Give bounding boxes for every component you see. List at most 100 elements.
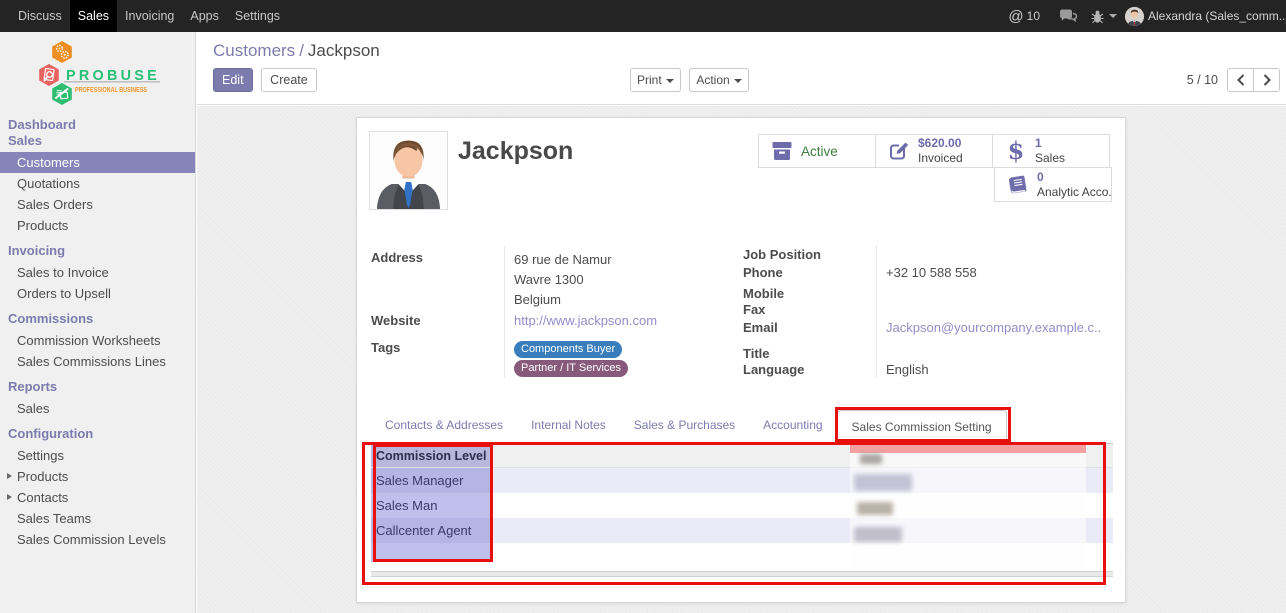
website-field-row: Website http://www.jackpson.com [371, 310, 729, 333]
notebook-tab[interactable]: Internal Notes [517, 409, 620, 443]
address-label: Address [371, 246, 504, 310]
top-menu-item[interactable]: Apps [182, 0, 227, 32]
sidebar-menu-entry[interactable]: Sales [0, 133, 195, 149]
sidebar-menu-entry[interactable]: Sales to Invoice [0, 262, 195, 283]
address-value: 69 rue de NamurWavre 1300Belgium [504, 246, 729, 310]
sidebar-menu-entry[interactable]: Commission Worksheets [0, 330, 195, 351]
redacted-blob [857, 502, 893, 515]
email-link[interactable]: Jackpson@yourcompany.example.c.. [886, 320, 1101, 335]
sidebar-menu-entry[interactable]: Invoicing [0, 243, 195, 259]
field-label: Phone [743, 263, 876, 281]
sidebar-menu-entry[interactable]: Quotations [0, 173, 195, 194]
messages-icon[interactable] [1059, 9, 1078, 24]
pager-previous-button[interactable] [1227, 68, 1254, 92]
sidebar-menu-entry[interactable]: Sales Commission Levels [0, 529, 195, 550]
sidebar-menu-entry[interactable]: Contacts [0, 487, 195, 508]
chevron-right-icon [1263, 74, 1271, 86]
breadcrumb: Customers/Jackpson [213, 41, 380, 61]
sidebar-menu-entry[interactable]: Commissions [0, 311, 195, 327]
sidebar-menu-entry[interactable]: Settings [0, 445, 195, 466]
address-line: Wavre 1300 [514, 270, 729, 290]
top-menu-item[interactable]: Discuss [10, 0, 70, 32]
notebook-tab[interactable]: Accounting [749, 409, 836, 443]
active-stat-label: Active [797, 144, 838, 159]
redacted-blob [860, 454, 882, 464]
address-line: 69 rue de Namur [514, 250, 729, 270]
commission-level-column-header[interactable]: Commission Level [371, 444, 492, 467]
breadcrumb-customers-link[interactable]: Customers [213, 41, 295, 60]
company-logo[interactable]: PROBUSE PROFESSIONAL BUSINESS [0, 32, 195, 110]
field-value: +32 10 588 558 [876, 263, 1101, 281]
sidebar-menu-entry[interactable]: Products [0, 215, 195, 236]
analytic-stat-button[interactable]: 0Analytic Acco... [994, 167, 1112, 202]
invoiced-stat-label: Invoiced [918, 151, 963, 165]
book-icon [1003, 174, 1033, 196]
sidebar-menu-entry[interactable]: Sales Teams [0, 508, 195, 529]
at-icon: @ [1008, 8, 1023, 25]
analytic-stat-text: 0Analytic Acco... [1033, 170, 1111, 200]
notebook-tab[interactable]: Contacts & Addresses [371, 409, 517, 443]
tag-pill[interactable]: Components Buyer [514, 341, 622, 358]
stat-button-row-2: 0Analytic Acco... [758, 168, 1112, 202]
website-label: Website [371, 310, 504, 333]
field-row: Title [743, 336, 1101, 362]
address-line: Belgium [514, 290, 729, 310]
sidebar-menu-entry[interactable]: Sales Commissions Lines [0, 351, 195, 372]
field-row: Email Jackpson@yourcompany.example.c.. [743, 318, 1101, 336]
commission-level-cell: Sales Manager [371, 468, 492, 493]
action-dropdown[interactable]: Action [689, 68, 748, 92]
create-button[interactable]: Create [261, 68, 317, 92]
website-link[interactable]: http://www.jackpson.com [514, 313, 657, 328]
sidebar-menu-entry[interactable]: Configuration [0, 426, 195, 442]
top-menu-item[interactable]: Settings [227, 0, 288, 32]
action-buttons-left: Edit Create [213, 68, 317, 92]
address-field-row: Address 69 rue de NamurWavre 1300Belgium [371, 246, 729, 310]
invoiced-stat-text: $620.00Invoiced [914, 136, 963, 166]
invoiced-stat-button[interactable]: $620.00Invoiced [875, 134, 993, 168]
user-menu[interactable]: Alexandra (Sales_comm.. [1125, 7, 1286, 26]
user-name: Alexandra (Sales_comm.. [1148, 9, 1286, 23]
field-label: Mobile [743, 281, 876, 302]
field-row: Job Position [743, 245, 1101, 263]
stat-button-row-1: Active $620.00Invoiced $ 1Sales [758, 134, 1112, 168]
field-label: Email [743, 318, 876, 336]
pager-next-button[interactable] [1253, 68, 1280, 92]
chevron-left-icon [1237, 74, 1245, 86]
customer-photo[interactable] [369, 131, 448, 210]
action-buttons-center: Print Action [630, 68, 749, 92]
sales-stat-label: Sales [1035, 151, 1065, 165]
top-app-menu: DiscussSalesInvoicingAppsSettings [0, 0, 288, 32]
edit-button[interactable]: Edit [213, 68, 253, 92]
systray: @ 10 [1004, 0, 1286, 32]
sales-stat-button[interactable]: $ 1Sales [992, 134, 1110, 168]
notebook-tab[interactable]: Sales Commission Setting [837, 410, 1007, 444]
field-value: English [876, 362, 1101, 378]
pager-value: 5 / 10 [1187, 73, 1218, 87]
sidebar-menu-entry[interactable]: Orders to Upsell [0, 283, 195, 304]
tag-pill[interactable]: Partner / IT Services [514, 360, 628, 377]
sidebar-menu-entry[interactable]: Customers [0, 152, 195, 173]
table-footer-bar [371, 571, 1113, 577]
print-dropdown[interactable]: Print [630, 68, 681, 92]
caret-down-icon [734, 79, 742, 83]
sidebar-menu-entry[interactable]: Dashboard [0, 117, 195, 133]
field-label: Language [743, 362, 876, 378]
debug-menu[interactable] [1091, 9, 1117, 24]
field-row: Language English [743, 362, 1101, 378]
sidebar-menu-entry[interactable]: Sales [0, 398, 195, 419]
sidebar-menu-entry[interactable]: Reports [0, 379, 195, 395]
top-menu-item[interactable]: Sales [70, 0, 117, 32]
mention-counter[interactable]: @ 10 [1008, 8, 1040, 25]
field-value [876, 302, 1101, 318]
active-stat-button[interactable]: Active [758, 134, 876, 168]
top-menu-item[interactable]: Invoicing [117, 0, 182, 32]
notebook-tab[interactable]: Sales & Purchases [620, 409, 749, 443]
sidebar-menu-entry[interactable]: Sales Orders [0, 194, 195, 215]
field-label: Fax [743, 302, 876, 318]
field-label: Job Position [743, 245, 876, 263]
redacted-blob [854, 474, 912, 491]
archive-box-icon [767, 141, 797, 161]
user-avatar [1125, 7, 1144, 26]
sidebar-menu-entry[interactable]: Products [0, 466, 195, 487]
caret-down-icon [1109, 14, 1117, 18]
